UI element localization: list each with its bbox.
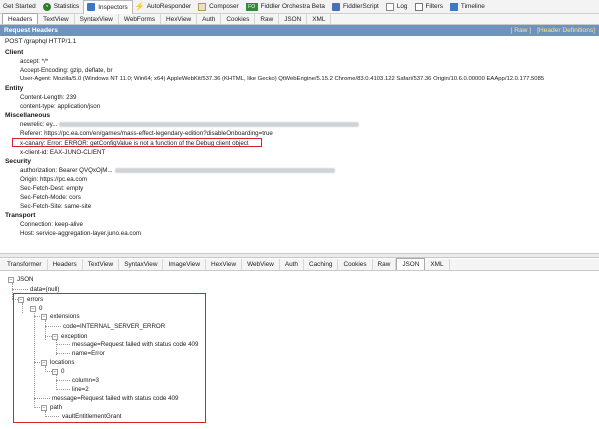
tab-label: Inspectors	[98, 3, 128, 11]
request-headers-bar: Request Headers [ Raw ] [Header Definiti…	[0, 25, 599, 36]
tab-label: AutoResponder	[146, 3, 192, 10]
resp-tab-textview[interactable]: TextView	[83, 259, 120, 270]
panel-splitter[interactable]	[0, 253, 599, 258]
header-content-type: content-type: application/json	[20, 103, 101, 110]
header-authorization: authorization: Bearer QVQxOjM...	[20, 167, 335, 174]
header-accept: accept: */*	[20, 58, 49, 65]
header-definitions-link[interactable]: [Header Definitions]	[537, 27, 595, 34]
filters-icon	[414, 2, 423, 11]
tab-label: FiddlerScript	[342, 3, 379, 10]
header-user-agent: User-Agent: Mozilla/5.0 (Windows NT 11.0…	[20, 76, 545, 82]
tab-statistics[interactable]: ◔ Statistics	[40, 0, 84, 13]
tab-get-started[interactable]: Get Started	[0, 0, 40, 13]
resp-tab-headers[interactable]: Headers	[48, 259, 83, 270]
req-tab-cookies[interactable]: Cookies	[221, 14, 256, 24]
header-sec-fetch-site: Sec-Fetch-Site: same-site	[20, 203, 92, 210]
timeline-icon	[449, 2, 458, 11]
group-client: Client	[5, 49, 24, 56]
request-inspector-tabs: Headers TextView SyntaxView WebForms Hex…	[0, 13, 599, 25]
response-inspector-tabs: Transformer Headers TextView SyntaxView …	[0, 258, 599, 271]
composer-icon	[198, 2, 207, 11]
tab-label: Get Started	[3, 3, 36, 10]
header-origin: Origin: https://pc.ea.com	[20, 176, 88, 183]
request-headers-title: Request Headers	[4, 27, 58, 34]
request-line: POST /graphql HTTP/1.1	[5, 38, 77, 45]
redacted-value	[114, 167, 335, 173]
req-tab-hexview[interactable]: HexView	[161, 14, 198, 24]
tab-label: Timeline	[460, 3, 485, 10]
collapse-icon[interactable]: −	[8, 276, 14, 283]
header-sec-fetch-dest: Sec-Fetch-Dest: empty	[20, 185, 84, 192]
header-connection: Connection: keep-alive	[20, 221, 83, 228]
inspectors-icon	[87, 3, 96, 11]
req-tab-xml[interactable]: XML	[307, 14, 332, 24]
req-tab-syntaxview[interactable]: SyntaxView	[75, 14, 119, 24]
header-x-client-id: x-client-id: EAX-JUNO-CLIENT	[20, 149, 106, 156]
resp-tab-webview[interactable]: WebView	[242, 259, 280, 270]
main-toolbar: Get Started ◔ Statistics Inspectors ⚡ Au…	[0, 0, 599, 14]
resp-tab-xml[interactable]: XML	[425, 259, 450, 270]
highlight-box-x-canary	[12, 138, 262, 147]
req-tab-webforms[interactable]: WebForms	[119, 14, 162, 24]
tree-line	[12, 289, 28, 290]
tree-node-json[interactable]: − JSON	[8, 276, 34, 283]
group-transport: Transport	[5, 212, 36, 219]
tab-autoresponder[interactable]: ⚡ AutoResponder	[133, 0, 195, 13]
header-newrelic: newrelic: ey...	[20, 121, 360, 128]
resp-tab-hexview[interactable]: HexView	[206, 259, 243, 270]
req-tab-raw[interactable]: Raw	[255, 14, 280, 24]
header-host: Host: service-aggregation-layer.juno.ea.…	[20, 230, 142, 237]
tab-log[interactable]: Log	[383, 0, 412, 13]
node-label: JSON	[17, 276, 34, 283]
resp-tab-syntaxview[interactable]: SyntaxView	[119, 259, 164, 270]
header-sec-fetch-mode: Sec-Fetch-Mode: cors	[20, 194, 81, 201]
tab-label: Composer	[209, 3, 239, 10]
highlight-box-errors	[13, 293, 206, 423]
group-entity: Entity	[5, 85, 24, 92]
header-accept-encoding: Accept-Encoding: gzip, deflate, br	[20, 67, 113, 74]
tab-fiddlerscript[interactable]: FiddlerScript	[329, 0, 383, 13]
newrelic-text: newrelic: ey...	[20, 121, 58, 128]
redacted-value	[59, 121, 360, 127]
group-miscellaneous: Miscellaneous	[5, 112, 51, 119]
raw-link[interactable]: [ Raw ]	[511, 27, 532, 34]
log-icon	[385, 2, 394, 11]
tab-label: Filters	[425, 3, 443, 10]
tab-composer[interactable]: Composer	[195, 0, 242, 13]
tab-filters[interactable]: Filters	[412, 0, 447, 13]
authorization-text: authorization: Bearer QVQxOjM...	[20, 167, 113, 174]
req-tab-headers[interactable]: Headers	[2, 13, 39, 24]
tree-node-data[interactable]: data=(null)	[30, 286, 59, 293]
header-content-length: Content-Length: 239	[20, 94, 77, 101]
tab-label: Log	[396, 3, 408, 10]
tab-fiddler-orchestra[interactable]: FO Fiddler Orchestra Beta	[243, 0, 329, 13]
tab-timeline[interactable]: Timeline	[447, 0, 489, 13]
resp-tab-cookies[interactable]: Cookies	[338, 259, 373, 270]
tab-label: Fiddler Orchestra Beta	[260, 3, 325, 10]
autoresponder-icon: ⚡	[134, 1, 145, 11]
resp-tab-json[interactable]: JSON	[396, 258, 426, 270]
group-security: Security	[5, 158, 32, 165]
resp-tab-auth[interactable]: Auth	[280, 259, 304, 270]
resp-tab-imageview[interactable]: ImageView	[163, 259, 206, 270]
req-tab-auth[interactable]: Auth	[197, 14, 222, 24]
req-tab-json[interactable]: JSON	[279, 14, 308, 24]
fiddler-orchestra-icon: FO	[245, 2, 258, 11]
resp-tab-caching[interactable]: Caching	[304, 259, 339, 270]
fiddlerscript-icon	[331, 2, 340, 11]
tab-label: Statistics	[53, 3, 80, 10]
resp-tab-raw[interactable]: Raw	[373, 259, 397, 270]
req-tab-textview[interactable]: TextView	[38, 14, 75, 24]
tab-inspectors[interactable]: Inspectors	[83, 0, 133, 14]
statistics-icon: ◔	[42, 2, 51, 11]
header-referer: Referer: https://pc.ea.com/en/games/mass…	[20, 130, 273, 137]
resp-tab-transformer[interactable]: Transformer	[2, 259, 48, 270]
